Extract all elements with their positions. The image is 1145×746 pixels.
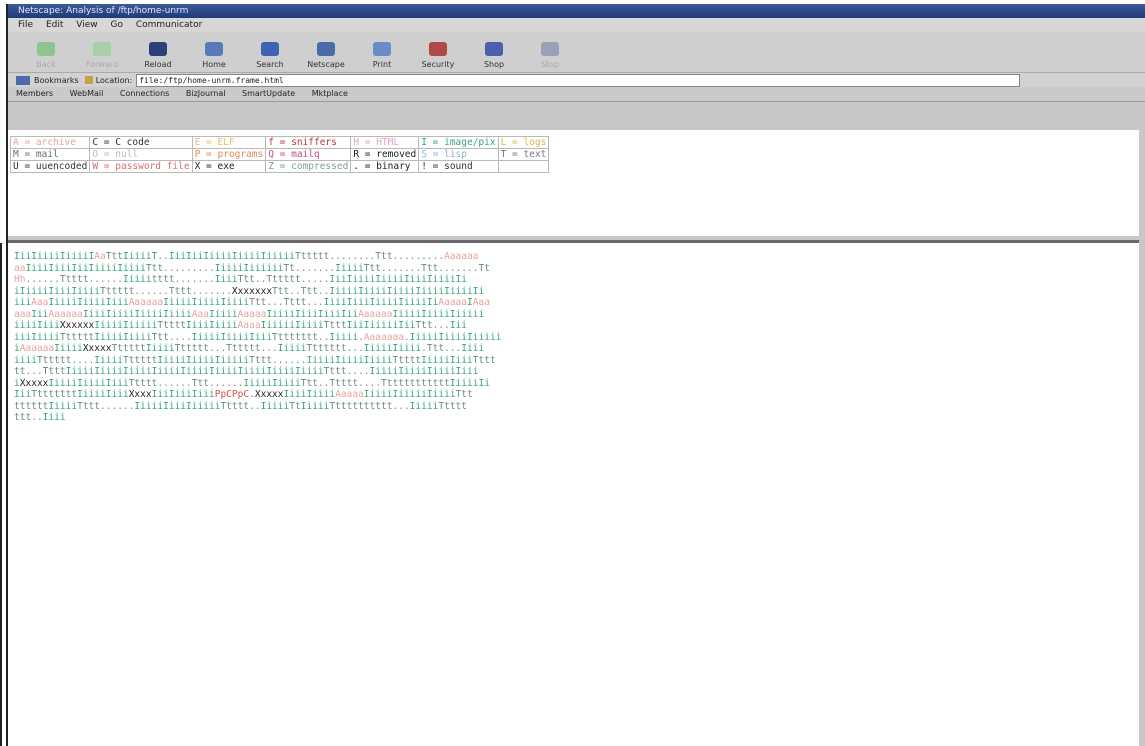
legend-cell: E = ELF bbox=[191, 136, 267, 149]
legend-cell: H = HTML bbox=[350, 136, 420, 149]
viz-line: ttttttIiiiiTttt......IiiiiIiiiIiiiiiTttt… bbox=[14, 400, 468, 412]
stop-icon bbox=[541, 42, 559, 56]
print-icon bbox=[373, 42, 391, 56]
shop-icon bbox=[485, 42, 503, 56]
legend-cell: U = uuencoded bbox=[9, 160, 91, 173]
legend-cell: f = sniffers bbox=[265, 136, 352, 149]
back-label: Back bbox=[36, 60, 56, 69]
stop-button[interactable]: Stop bbox=[522, 42, 578, 72]
legend-cell: X = exe bbox=[191, 160, 267, 173]
security-label: Security bbox=[421, 60, 455, 69]
legend-row: U = uuencoded W = password file X = exe Z =… bbox=[9, 160, 550, 173]
menu-file[interactable]: File bbox=[18, 20, 33, 30]
legend-cell: ! = sound bbox=[418, 160, 499, 173]
legend-cell: R = removed bbox=[350, 148, 420, 161]
legend-cell: I = image/pix bbox=[418, 136, 499, 149]
legend-row: A = archive C = C code E = ELF f = sniffers… bbox=[9, 136, 550, 149]
legend-table: A = archive C = C code E = ELF f = sniffers… bbox=[9, 136, 550, 173]
legend-cell: W = password file bbox=[89, 160, 193, 173]
legend-cell: A = archive bbox=[9, 136, 91, 149]
search-icon bbox=[261, 42, 279, 56]
bookmarks-button[interactable]: Bookmarks bbox=[34, 76, 79, 85]
menu-bar: File Edit View Go Communicator bbox=[8, 18, 1145, 32]
legend-row: M = mail O = null P = programs Q = mailq R =… bbox=[9, 148, 550, 161]
personal-smartupdate[interactable]: SmartUpdate bbox=[242, 89, 295, 98]
reload-label: Reload bbox=[144, 60, 172, 69]
window-title: Netscape: Analysis of /ftp/home-unrm bbox=[8, 4, 1145, 18]
stop-label: Stop bbox=[540, 60, 560, 69]
legend-cell: L = logs bbox=[497, 136, 550, 149]
viz-line: iiiiTttttt....IiiiiTtttttIiiiiIiiiiIiiii… bbox=[14, 354, 496, 366]
legend-cell: Z = compressed bbox=[265, 160, 352, 173]
back-button[interactable]: Back bbox=[18, 42, 74, 72]
location-input[interactable]: file:/ftp/home-unrm.frame.html bbox=[136, 73, 1021, 87]
reload-icon bbox=[149, 42, 167, 56]
legend-cell: Q = mailq bbox=[265, 148, 352, 161]
navigation-toolbar: Back Forward Reload Home Search Netscape… bbox=[8, 32, 1145, 73]
viz-line: iAaaaaaIiiiiXxxxxTtttttIiiiiTttttt...Ttt… bbox=[14, 343, 485, 354]
menu-go[interactable]: Go bbox=[110, 20, 122, 30]
legend-cell: C = C code bbox=[89, 136, 193, 149]
viz-line: Hh......Ttttt......Iiiiitttt.......IiiiT… bbox=[14, 274, 468, 285]
location-icon bbox=[84, 76, 93, 84]
visualization-frame: IiiIiiiiIiiiiIAaTttIiiiiT..IiiIiiIiiiiIi… bbox=[8, 243, 1139, 746]
search-button[interactable]: Search bbox=[242, 42, 298, 72]
menu-edit[interactable]: Edit bbox=[46, 20, 63, 30]
print-button[interactable]: Print bbox=[354, 42, 410, 72]
location-label: Location: bbox=[95, 75, 133, 85]
personal-members[interactable]: Members bbox=[16, 89, 53, 98]
security-lock-icon bbox=[429, 42, 447, 56]
viz-line: iiiiIiiiXxxxxxIiiiiIiiiiiTttttIiiiIiiiiA… bbox=[14, 320, 468, 331]
reload-button[interactable]: Reload bbox=[130, 42, 186, 72]
menu-communicator[interactable]: Communicator bbox=[136, 20, 202, 30]
netscape-button[interactable]: Netscape bbox=[298, 42, 354, 72]
legend-frame: A = archive C = C code E = ELF f = sniffers… bbox=[8, 130, 1139, 236]
viz-line: iIiiiiIiiiIiiiiTttttt......Tttt.......Xx… bbox=[14, 285, 485, 297]
left-frame-border bbox=[0, 243, 2, 746]
shop-label: Shop bbox=[483, 60, 505, 69]
viz-line: aaIiiiIiiiIiiIiiiiIiiiiTtt.........Iiiii… bbox=[14, 262, 490, 274]
home-button[interactable]: Home bbox=[186, 42, 242, 72]
legend-cell: P = programs bbox=[191, 148, 267, 161]
shop-button[interactable]: Shop bbox=[466, 42, 522, 72]
security-button[interactable]: Security bbox=[410, 42, 466, 72]
forward-arrow-icon bbox=[93, 42, 111, 56]
viz-line: iiiAaaIiiiiIiiiiIiiiAaaaaaIiiiiIiiiiIiii… bbox=[14, 297, 490, 308]
viz-line: aaaIiiAaaaaaIiiiIiiiiIiiiiIiiiiAaaIiiiiA… bbox=[14, 308, 485, 320]
legend-cell: S = lisp bbox=[418, 148, 499, 161]
personal-webmail[interactable]: WebMail bbox=[70, 89, 104, 98]
forward-button[interactable]: Forward bbox=[74, 42, 130, 72]
legend-cell: . = binary bbox=[350, 160, 420, 173]
menu-view[interactable]: View bbox=[76, 20, 97, 30]
viz-line: ttt..Iiii bbox=[14, 412, 66, 423]
location-bar: Bookmarks Location: file:/ftp/home-unrm.… bbox=[8, 73, 1145, 87]
back-arrow-icon bbox=[37, 42, 55, 56]
legend-cell: M = mail bbox=[9, 148, 91, 161]
viz-line: tt...TtttIiiiiIiiiiIiiiiIiiiiIiiiiIiiiiI… bbox=[14, 366, 479, 377]
netscape-label: Netscape bbox=[307, 60, 345, 69]
legend-body: A = archive C = C code E = ELF f = sniffers… bbox=[9, 136, 550, 173]
home-icon bbox=[205, 42, 223, 56]
forward-label: Forward bbox=[85, 60, 119, 69]
viz-line: iiiIiiiiTtttttIiiiiIiiiiTtt....IiiiiIiii… bbox=[14, 331, 502, 343]
viz-line: IiiIiiiiIiiiiIAaTttIiiiiT..IiiIiiIiiiiIi… bbox=[14, 251, 479, 262]
viz-line: iXxxxxIiiiiIiiiiIiiiTtttt......Ttt......… bbox=[14, 377, 490, 389]
personal-mktplace[interactable]: Mktplace bbox=[312, 89, 348, 98]
bookmark-icon bbox=[16, 75, 30, 85]
legend-cell: T = text bbox=[497, 148, 550, 161]
personal-toolbar: Members WebMail Connections BizJournal S… bbox=[8, 87, 1145, 102]
personal-bizjournal[interactable]: BizJournal bbox=[186, 89, 226, 98]
viz-line: IiiTtttttttIiiiiIiiiXxxxIiiIiiiIiiiPpCPp… bbox=[14, 389, 473, 400]
search-label: Search bbox=[256, 60, 284, 69]
netscape-icon bbox=[317, 42, 335, 56]
personal-connections[interactable]: Connections bbox=[120, 89, 169, 98]
print-label: Print bbox=[372, 60, 392, 69]
legend-cell bbox=[497, 160, 550, 173]
file-type-visualization: IiiIiiiiIiiiiIAaTttIiiiiT..IiiIiiIiiiiIi… bbox=[14, 251, 1104, 424]
home-label: Home bbox=[202, 60, 226, 69]
legend-cell: O = null bbox=[89, 148, 193, 161]
